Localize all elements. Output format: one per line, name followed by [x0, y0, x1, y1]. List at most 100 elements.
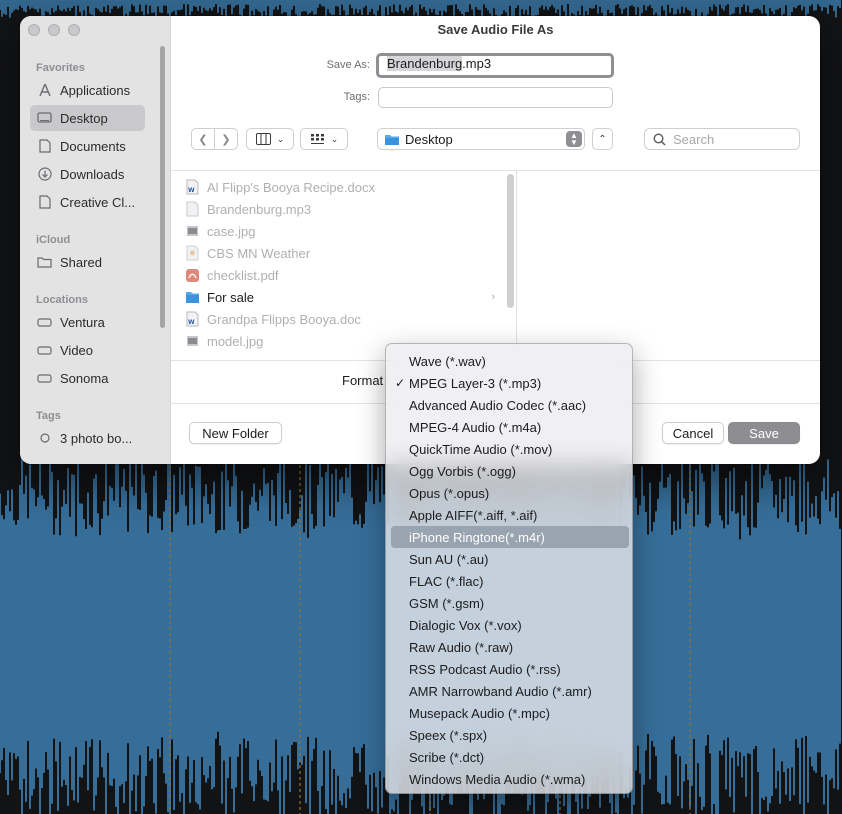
file-name: For sale	[207, 289, 254, 305]
search-field[interactable]: Search	[644, 128, 800, 150]
format-menu-item[interactable]: MPEG-4 Audio (*.m4a)	[391, 416, 629, 438]
format-menu-item[interactable]: ✓ MPEG Layer-3 (*.mp3)	[391, 372, 629, 394]
sidebar-item-desktop[interactable]: Desktop	[30, 105, 145, 131]
save-as-field[interactable]: Brandenburg.mp3	[376, 53, 614, 78]
format-menu-item[interactable]: Wave (*.wav)	[391, 350, 629, 372]
file-name: Brandenburg.mp3	[207, 201, 312, 217]
file-icon	[186, 245, 199, 261]
format-menu-item[interactable]: Musepack Audio (*.mpc)	[391, 702, 629, 724]
applications-icon	[37, 83, 52, 98]
location-popup[interactable]: Desktop ▲ ▼	[377, 128, 585, 150]
format-menu-item[interactable]: Raw Audio (*.raw)	[391, 636, 629, 658]
format-menu-item[interactable]: iPhone Ringtone(*.m4r)	[391, 526, 629, 548]
file-row-folder[interactable]: For sale ›	[185, 286, 495, 308]
chevron-down-icon: ⌄	[330, 133, 339, 144]
format-menu-item[interactable]: AMR Narrowband Audio (*.amr)	[391, 680, 629, 702]
file-list-scrollbar[interactable]	[507, 174, 514, 308]
format-menu-item[interactable]: GSM (*.gsm)	[391, 592, 629, 614]
format-menu-item[interactable]: Apple AIFF(*.aiff, *.aif)	[391, 504, 629, 526]
sidebar-item-label: Ventura	[60, 314, 105, 330]
desktop-icon	[37, 111, 52, 126]
file-row: checklist.pdf	[185, 264, 495, 286]
pdf-file-icon	[186, 269, 199, 282]
save-button[interactable]: Save	[728, 422, 800, 444]
filename-selected-text: Brandenburg	[387, 56, 463, 71]
sidebar-item-label: Video	[60, 342, 94, 358]
sidebar-item-video[interactable]: Video	[30, 337, 145, 363]
file-name: Al Flipp's Booya Recipe.docx	[207, 179, 375, 195]
tag-circle-icon	[37, 431, 52, 446]
format-menu-item[interactable]: Ogg Vorbis (*.ogg)	[391, 460, 629, 482]
format-menu-item-label: FLAC (*.flac)	[409, 573, 484, 589]
sidebar-item-label: Desktop	[60, 110, 108, 126]
close-window-button[interactable]	[28, 24, 40, 36]
sidebar-item-shared[interactable]: Shared	[30, 249, 145, 275]
svg-text:W: W	[188, 187, 195, 194]
format-menu-item-label: Musepack Audio (*.mpc)	[409, 705, 550, 721]
sidebar-item-label: 3 photo bo...	[60, 430, 133, 446]
sidebar: Favorites Applications Desktop Documents…	[20, 16, 171, 464]
columns-view-icon	[255, 133, 271, 145]
group-by-button[interactable]: ⌄	[300, 128, 348, 150]
format-menu-item-label: Wave (*.wav)	[409, 353, 486, 369]
sidebar-item-sonoma[interactable]: Sonoma	[30, 365, 145, 391]
document-icon	[37, 195, 52, 210]
format-menu-item-label: Scribe (*.dct)	[409, 749, 485, 765]
format-menu-item-label: Dialogic Vox (*.vox)	[409, 617, 522, 633]
chevron-right-icon: ❯	[221, 133, 231, 146]
format-menu-item[interactable]: Speex (*.spx)	[391, 724, 629, 746]
tags-label: Tags:	[343, 91, 370, 103]
image-file-icon	[187, 336, 198, 346]
file-name: case.jpg	[207, 223, 256, 239]
chevron-right-icon: ›	[491, 291, 495, 303]
format-menu-item[interactable]: RSS Podcast Audio (*.rss)	[391, 658, 629, 680]
format-menu-item[interactable]: Dialogic Vox (*.vox)	[391, 614, 629, 636]
format-menu-item[interactable]: Opus (*.opus)	[391, 482, 629, 504]
format-menu-item[interactable]: Scribe (*.dct)	[391, 746, 629, 768]
view-columns-button[interactable]: ⌄	[246, 128, 294, 150]
chevron-left-icon: ❮	[198, 133, 208, 146]
format-menu-item[interactable]: QuickTime Audio (*.mov)	[391, 438, 629, 460]
sidebar-item-label: Documents	[60, 138, 126, 154]
format-menu-item-label: Windows Media Audio (*.wma)	[409, 771, 586, 787]
cancel-button[interactable]: Cancel	[662, 422, 724, 444]
back-button[interactable]: ❮	[191, 128, 215, 150]
file-row: W Al Flipp's Booya Recipe.docx	[185, 176, 495, 198]
shared-folder-icon	[37, 255, 52, 270]
zoom-window-button[interactable]	[68, 24, 80, 36]
file-row: Brandenburg.mp3	[185, 198, 495, 220]
sidebar-item-downloads[interactable]: Downloads	[30, 161, 145, 187]
format-menu-item-label: MPEG Layer-3 (*.mp3)	[409, 375, 542, 391]
sidebar-item-label: Shared	[60, 254, 102, 270]
format-menu-item-label: Speex (*.spx)	[409, 727, 488, 743]
file-list: W Al Flipp's Booya Recipe.docx Brandenbu…	[171, 171, 516, 361]
minimize-window-button[interactable]	[48, 24, 60, 36]
checkmark-icon: ✓	[395, 376, 406, 390]
sidebar-item-label: Downloads	[60, 166, 125, 182]
format-menu: Wave (*.wav) ✓ MPEG Layer-3 (*.mp3) Advance…	[385, 343, 633, 794]
filename-extension: .mp3	[462, 56, 492, 71]
format-menu-item[interactable]: FLAC (*.flac)	[391, 570, 629, 592]
format-label: Format	[342, 373, 384, 388]
format-menu-item-label: Sun AU (*.au)	[409, 551, 489, 567]
sidebar-item-applications[interactable]: Applications	[30, 77, 145, 103]
search-placeholder: Search	[673, 131, 715, 147]
format-menu-item[interactable]: Windows Media Audio (*.wma)	[391, 768, 629, 790]
format-menu-item[interactable]: Advanced Audio Codec (*.aac)	[391, 394, 629, 416]
sidebar-item-ventura[interactable]: Ventura	[30, 309, 145, 335]
collapse-button[interactable]: ⌃	[592, 128, 613, 150]
sidebar-section-tags: Tags	[36, 410, 61, 422]
sidebar-item-creative-cloud[interactable]: Creative Cl...	[30, 189, 145, 215]
forward-button[interactable]: ❯	[214, 128, 238, 150]
format-menu-item[interactable]: Sun AU (*.au)	[391, 548, 629, 570]
sidebar-item-documents[interactable]: Documents	[30, 133, 145, 159]
column-divider	[516, 171, 517, 361]
sidebar-scrollbar[interactable]	[160, 46, 165, 328]
sidebar-item-tag[interactable]: 3 photo bo...	[30, 425, 145, 451]
file-name: model.jpg	[207, 333, 264, 349]
sidebar-section-favorites: Favorites	[36, 62, 85, 74]
format-menu-item-label: RSS Podcast Audio (*.rss)	[409, 661, 561, 677]
search-icon	[653, 132, 666, 146]
tags-field[interactable]	[378, 87, 613, 108]
new-folder-button[interactable]: New Folder	[189, 422, 282, 444]
